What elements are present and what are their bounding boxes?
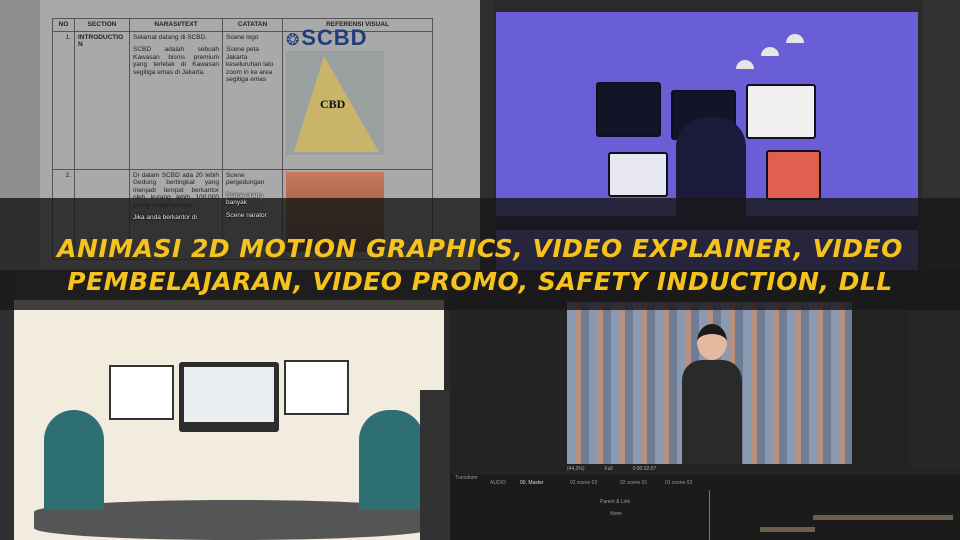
tv-bar-chart [179,362,279,432]
row-narasi: Di dalam SCBD ada 20 lebih Gedung bertin… [129,168,223,260]
row-no: 1. [52,30,75,170]
trader-figure [676,117,746,227]
monitor-bar-chart [766,150,821,200]
city-skyline-image [286,171,384,252]
header-catatan: CATATAN [222,18,283,32]
table-header-row: NO SECTION NARASI/TEXT CATATAN REFERENSI… [52,18,433,32]
table-row: 1. INTRODUCTION Selamat datang di SCBD. S… [52,24,433,170]
row-section: INTRODUCTION [74,30,130,170]
catatan-line: Scene pergedungan [226,171,265,187]
timeline-panel[interactable]: AUDIO 00. Master 02 scene 03 02 scene 01… [450,475,960,540]
row-no: 2. [52,168,75,260]
narasi-line: Jika anda berkantor di [133,214,197,221]
catatan-line: Scene orang banyak [226,191,263,207]
row-referensi [282,168,433,260]
lamp-icon [786,34,804,43]
woman-character [682,314,742,464]
meeting-illustration [14,300,444,540]
composition-viewer[interactable] [567,302,852,464]
lamp-icon [761,47,779,56]
wall-chart [109,365,174,420]
monitor-pie [746,84,816,139]
desk [496,216,918,230]
row-section [74,168,130,260]
person-left [44,410,104,510]
jakarta-map-image: CBD [286,51,384,155]
right-panels[interactable] [910,270,960,470]
row-referensi: ❂ SCBD CBD [282,24,433,170]
row-catatan: Scene pergedungan Scene orang banyak Scene… [222,168,283,260]
row-catatan: Scene logo Scene peta Jakarta keseluruhan… [222,30,283,170]
tab-audio[interactable]: AUDIO [490,480,506,486]
swatches-panel[interactable] [420,390,450,540]
narasi-line: SCBD adalah sebuah Kawasan bisnis premiu… [133,46,219,76]
playhead[interactable] [709,490,710,540]
tools-panel[interactable] [0,270,14,540]
header-narasi: NARASI/TEXT [129,18,223,32]
trader-illustration [496,12,918,270]
tab-scene[interactable]: 02 scene 01 [620,480,647,486]
header-section: SECTION [74,18,130,32]
transform-panel-label: Transform [455,475,478,481]
after-effects-window: (44,3%) Full 0:00:32:07 AUDIO 00. Master… [450,270,960,540]
zoom-select[interactable]: (44,3%) [567,466,585,472]
resolution-select[interactable]: Full [605,466,613,472]
narasi-line: Selamat datang di SCBD. [133,33,208,41]
monitor-chart [596,82,661,137]
timecode[interactable]: 0:00:32:07 [633,466,657,472]
parent-select[interactable]: None [610,511,622,517]
tools-panel[interactable] [480,0,494,270]
illustrator-window-trader [480,0,960,270]
narasi-line: Di dalam SCBD ada 20 lebih Gedung bertin… [133,171,219,209]
tab-master[interactable]: 00. Master [520,480,544,486]
tab-scene[interactable]: 01 scene 03 [665,480,692,486]
document-page: NO SECTION NARASI/TEXT CATATAN REFERENSI… [40,0,480,270]
parent-link-label: Parent & Link [600,499,631,505]
table-row: 2. Di dalam SCBD ada 20 lebih Gedung ber… [52,168,433,260]
map-label: CBD [320,97,346,111]
viewer-toolbar: (44,3%) Full 0:00:32:07 [567,466,656,472]
lamp-icon [736,60,754,69]
document-editor-panel: NO SECTION NARASI/TEXT CATATAN REFERENSI… [0,0,480,270]
catatan-line: Scene narator [226,211,267,219]
menubar [14,270,444,300]
illustrator-window-meeting [0,270,450,540]
script-table: NO SECTION NARASI/TEXT CATATAN REFERENSI… [52,18,433,260]
layer-bar[interactable] [813,515,953,520]
catatan-line: Scene logo [226,33,259,41]
row-narasi: Selamat datang di SCBD. SCBD adalah sebua… [129,30,223,170]
scbd-logo-text: SCBD [301,24,368,50]
tab-scene[interactable]: 02 scene 03 [570,480,597,486]
catatan-line: Scene peta Jakarta keseluruhan lalu zoom… [226,46,274,83]
wall-pie-chart [284,360,349,415]
person-right [359,410,424,510]
scbd-logo: ❂ SCBD [286,24,368,50]
header-no: NO [52,18,75,32]
properties-panel[interactable] [922,0,960,270]
monitor-area-chart [608,152,668,197]
layer-bar[interactable] [760,527,815,532]
